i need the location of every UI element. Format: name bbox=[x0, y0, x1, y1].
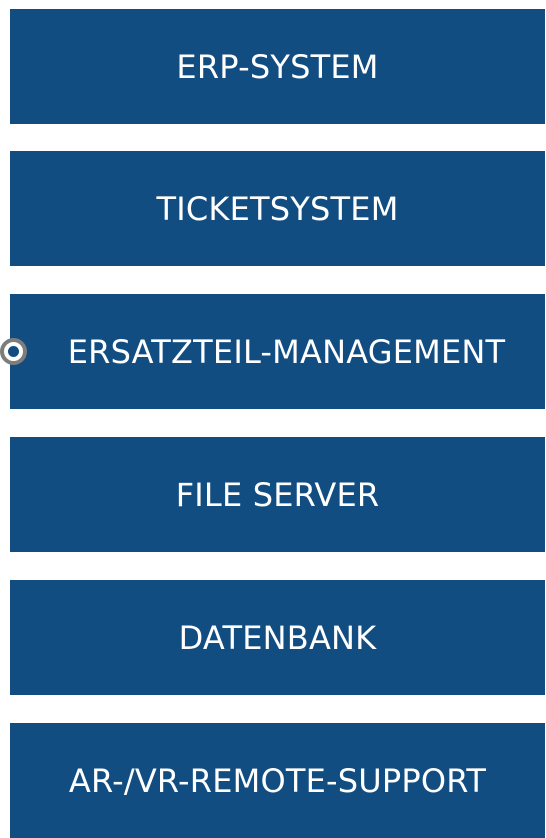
selected-radio-indicator[interactable] bbox=[0, 337, 27, 365]
radio-dot-icon bbox=[8, 345, 19, 357]
menu-item-ar-vr-remote-support[interactable]: AR-/VR-REMOTE-SUPPORT bbox=[10, 723, 545, 838]
system-menu: ERP-SYSTEM TICKETSYSTEM ERSATZTEIL-MANAG… bbox=[0, 0, 546, 838]
menu-item-label: ERP-SYSTEM bbox=[176, 47, 379, 86]
menu-item-file-server[interactable]: FILE SERVER bbox=[10, 437, 545, 552]
menu-item-label: TICKETSYSTEM bbox=[156, 189, 399, 228]
menu-item-label: FILE SERVER bbox=[175, 475, 380, 514]
menu-item-ersatzteil-management[interactable]: ERSATZTEIL-MANAGEMENT bbox=[0, 294, 545, 409]
menu-item-label: ERSATZTEIL-MANAGEMENT bbox=[67, 332, 506, 371]
menu-item-datenbank[interactable]: DATENBANK bbox=[10, 580, 545, 695]
menu-item-erp-system[interactable]: ERP-SYSTEM bbox=[10, 9, 545, 124]
menu-item-ticketsystem[interactable]: TICKETSYSTEM bbox=[10, 151, 545, 266]
menu-item-label: AR-/VR-REMOTE-SUPPORT bbox=[68, 761, 487, 800]
menu-item-label: DATENBANK bbox=[178, 618, 377, 657]
